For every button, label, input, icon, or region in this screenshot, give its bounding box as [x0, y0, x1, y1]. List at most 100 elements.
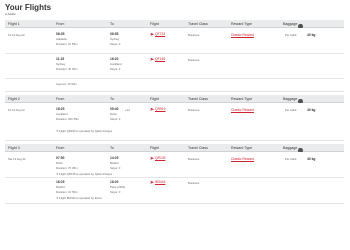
flight-1-date: Fri 12 Aug 22 [8, 33, 25, 37]
flight-2-header: Flight 2 From To Flight Travel Class Rew… [5, 95, 344, 104]
flight-3-seg-1-operated-note-text: Flight QR135 is operated by Qatar Airway… [59, 171, 113, 176]
header-baggage: Baggage? [283, 22, 303, 29]
flight-2-seg-1-dep-city: Auckland [56, 112, 68, 116]
header-travel-class: Travel Class [188, 97, 208, 101]
flight-3-seg-2-stops: Stops: 0 [110, 190, 121, 194]
flight-2-seg-1-duration: Duration: 20h 55m [56, 117, 80, 121]
flight-1-body: Fri 12 Aug 22 06:35 Adelaide Duration: 1… [5, 28, 344, 92]
flight-1-seg-1-arr-city: Sydney [110, 37, 120, 41]
flight-3-seg-2-arr-time: 18:20 [110, 180, 119, 184]
header-reward-type: Reward Type [231, 97, 253, 101]
header-from: From [56, 97, 65, 101]
flight-3-header: Flight 3 From To Flight Travel Class Rew… [5, 144, 344, 153]
flight-2-seg-1-arr-time: 05:40 [110, 107, 119, 111]
flight-2-operated-note: ✈ Flight QR919 is operated by Qatar Airw… [56, 129, 112, 133]
flight-1-seg-2-dep-city: Sydney [56, 62, 66, 66]
flight-2-seg-1-arr-extra: +1d [125, 107, 130, 112]
flight-1-header: Flight 1 From To Flight Travel Class Rew… [5, 20, 344, 29]
page-subtitle: 2 Adults [5, 12, 16, 16]
header-travel-class: Travel Class [188, 22, 208, 26]
flight-2-body: Fri 12 Aug 22 18:25 Auckland Duration: 2… [5, 103, 344, 141]
flight-3-baggage-amount: 40 kg [307, 156, 316, 161]
flight-2-label: Flight 2 [8, 97, 20, 101]
header-to: To [110, 146, 114, 150]
flight-1-seg-2-travel-class: Business [188, 58, 200, 62]
qantas-kangaroo-icon [150, 57, 154, 61]
flight-1-baggage-qualifier: Per Adult [285, 33, 297, 37]
flight-2-seg-1-travel-class: Business [188, 108, 200, 112]
flight-3-seg-1-travel-class: Business [188, 157, 200, 161]
flight-2-block: Flight 2 From To Flight Travel Class Rew… [5, 95, 344, 141]
header-flight: Flight [150, 22, 159, 26]
flight-3-seg-1-operated-note: ✈ Flight QR135 is operated by Qatar Airw… [56, 172, 112, 176]
flight-3-seg-1-duration: Duration: 7h 35m [56, 166, 78, 170]
flight-3-seg-1-stops: Stops: 0 [110, 166, 121, 170]
flight-3-seg-2-flight-link[interactable]: IB3444 [155, 180, 165, 184]
flight-1-seg-1-stops: Stops: 0 [110, 42, 121, 46]
flight-2-seg-1-arr-city: Doha [110, 112, 117, 116]
flight-1-seg-2-flight-link[interactable]: QF145 [155, 57, 165, 61]
flight-2-baggage-qualifier: Per Adult [285, 108, 297, 112]
header-baggage-label: Baggage [283, 97, 298, 101]
header-baggage-label: Baggage [283, 22, 298, 26]
flight-2-baggage-amount: 40 kg [307, 107, 316, 112]
flight-1-seg-2-duration: Duration: 3h 05m [56, 67, 78, 71]
header-reward-type: Reward Type [231, 146, 253, 150]
header-baggage: Baggage? [283, 146, 303, 153]
flight-1-layover: Layover: 1h 50m [56, 82, 77, 86]
flight-3-label: Flight 3 [8, 146, 20, 150]
flight-3-body: Sat 13 Aug 22 07:50 Doha Duration: 7h 35… [5, 152, 344, 204]
flight-2-date: Fri 12 Aug 22 [8, 108, 25, 112]
flight-3-seg-1-dep-city: Doha [56, 161, 63, 165]
flight-2-seg-1-dep-time: 18:25 [56, 107, 65, 111]
flight-1-seg-2-arr-city: Auckland [110, 62, 122, 66]
flight-3-seg-2-dep-time: 16:25 [56, 180, 65, 184]
flight-1-label: Flight 1 [8, 22, 20, 26]
header-reward-type: Reward Type [231, 22, 253, 26]
flight-3-seg-2-arr-city: Paris (CDG) [110, 185, 126, 189]
header-to: To [110, 22, 114, 26]
header-baggage: Baggage? [283, 97, 303, 104]
flight-3-seg-2-operated-note: ✈ Flight IB3444 is operated by Iberia [56, 196, 102, 200]
flight-3-seg-1-arr-city: Madrid [110, 161, 119, 165]
flight-3-block: Flight 3 From To Flight Travel Class Rew… [5, 144, 344, 204]
flight-2-operated-note-text: Flight QR919 is operated by Qatar Airway… [59, 129, 113, 133]
qantas-kangaroo-icon [150, 32, 154, 36]
flight-3-date: Sat 13 Aug 22 [8, 157, 26, 161]
flight-1-seg-1-flight-link[interactable]: QF733 [155, 32, 165, 36]
header-baggage-label: Baggage [283, 146, 298, 150]
flight-1-seg-1-arr-time: 08:55 [110, 32, 119, 36]
header-to: To [110, 97, 114, 101]
flight-1-seg-2-arr-time: 16:20 [110, 57, 119, 61]
flight-2-seg-1-flight-link[interactable]: QR919 [155, 107, 165, 111]
flight-1-block: Flight 1 From To Flight Travel Class Rew… [5, 20, 344, 92]
flight-1-seg-1-duration: Duration: 1h 55m [56, 42, 78, 46]
flight-1-seg-2-stops: Stops: 0 [110, 67, 121, 71]
flight-1-baggage-amount: 40 kg [307, 32, 316, 37]
qantas-kangaroo-icon [150, 107, 154, 111]
header-from: From [56, 22, 65, 26]
header-from: From [56, 146, 65, 150]
flight-3-reward-type-link[interactable]: Classic Reward [231, 157, 254, 161]
flight-3-seg-1-flight-link[interactable]: QR135 [155, 156, 165, 160]
qantas-kangaroo-icon [150, 180, 154, 184]
header-travel-class: Travel Class [188, 146, 208, 150]
header-flight: Flight [150, 97, 159, 101]
flight-1-seg-1-dep-time: 06:35 [56, 32, 65, 36]
flight-1-seg-2-dep-time: 11:15 [56, 57, 65, 61]
flight-2-seg-1-stops: Stops: 0 [110, 117, 121, 121]
flight-1-seg-1-travel-class: Business [188, 33, 200, 37]
flight-1-reward-type-link[interactable]: Classic Reward [231, 33, 254, 37]
flight-3-seg-2-travel-class: Business [188, 181, 200, 185]
flight-3-seg-1-dep-time: 07:50 [56, 156, 65, 160]
flight-3-seg-2-operated-note-text: Flight IB3444 is operated by Iberia [59, 195, 102, 200]
page-title: Your Flights [5, 3, 52, 12]
flight-2-reward-type-link[interactable]: Classic Reward [231, 108, 254, 112]
flight-3-seg-2-dep-city: Madrid [56, 185, 65, 189]
flight-3-baggage-qualifier: Per Adult [285, 157, 297, 161]
qantas-kangaroo-icon [150, 156, 154, 160]
flight-3-seg-1-arr-time: 14:25 [110, 156, 119, 160]
flight-3-seg-2-duration: Duration: 1h 55m [56, 190, 78, 194]
header-flight: Flight [150, 146, 159, 150]
flight-1-seg-1-dep-city: Adelaide [56, 37, 67, 41]
